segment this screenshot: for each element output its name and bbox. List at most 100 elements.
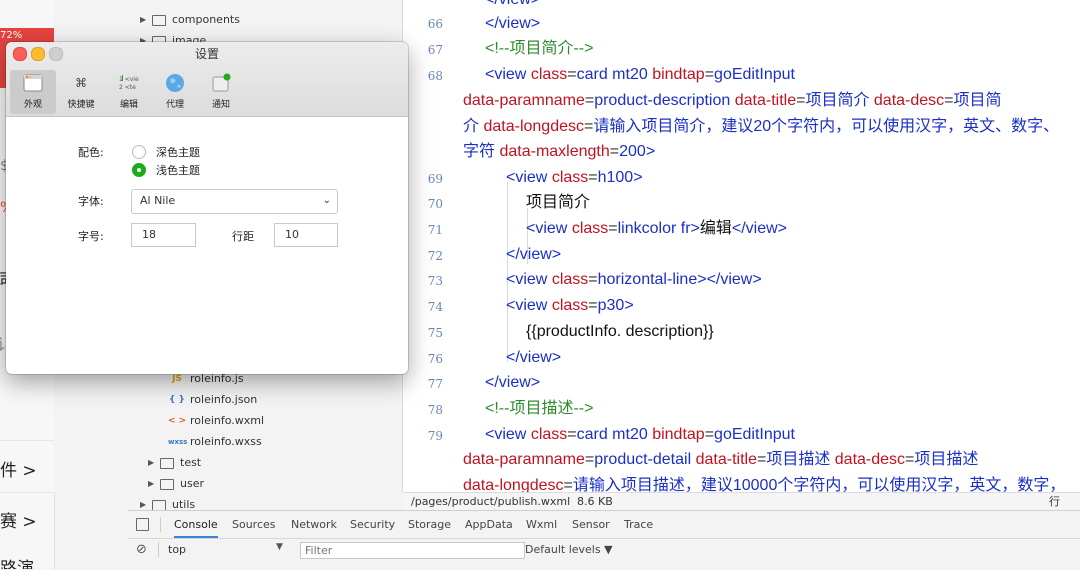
code-line: </view> (485, 0, 540, 12)
context-selector[interactable]: top (168, 543, 186, 556)
tab-shortcuts[interactable]: ⌘ 快捷键 (58, 70, 104, 114)
tree-file-roleinfo-wxml[interactable]: < > roleinfo.wxml (168, 411, 264, 431)
chevron-right-icon: ▶ (140, 15, 147, 24)
code-line: </view> (485, 15, 541, 32)
tab-network[interactable]: Network (291, 511, 337, 538)
simulator-list-item[interactable]: 件 > (0, 456, 37, 481)
line-height-input[interactable]: 10 (274, 223, 338, 247)
line-number: 74 (427, 300, 443, 314)
tab-sensor[interactable]: Sensor (572, 511, 610, 538)
tab-appearance[interactable]: 外观 (10, 70, 56, 114)
appearance-icon (22, 72, 44, 94)
json-file-icon: { } (169, 395, 185, 405)
code-line: <!--项目描述--> (485, 400, 594, 417)
code-line: </view> (506, 246, 562, 263)
line-number: 76 (427, 352, 443, 366)
line-height-label: 行距 (232, 230, 254, 243)
folder-icon (160, 457, 174, 469)
code-line: </view> (506, 349, 562, 366)
clear-console-icon[interactable]: ⊘ (136, 542, 147, 557)
font-select-value: Al Nile (140, 194, 176, 207)
line-number: 67 (427, 43, 443, 57)
code-line-wrap: 字符 data-maxlength=200> (463, 143, 656, 160)
notification-icon (210, 72, 232, 94)
tab-security[interactable]: Security (350, 511, 395, 538)
dark-theme-label[interactable]: 深色主题 (156, 144, 200, 160)
tab-label: 通知 (211, 100, 230, 110)
console-filter-input[interactable] (300, 542, 525, 559)
tab-notifications[interactable]: 通知 (198, 70, 244, 114)
tree-file-roleinfo-json[interactable]: { } roleinfo.json (168, 390, 257, 410)
file-size: 8.6 KB (577, 495, 613, 508)
line-number: 73 (427, 274, 443, 288)
tree-item-label: user (180, 477, 204, 490)
simulator-list-item[interactable]: 赛 > (0, 507, 37, 532)
line-number: 66 (427, 17, 443, 31)
tab-appdata[interactable]: AppData (465, 511, 513, 538)
chevron-right-icon: ▶ (148, 458, 155, 467)
svg-text:2 <te: 2 <te (119, 84, 136, 91)
svg-text:1 <vie: 1 <vie (119, 76, 139, 83)
chevron-down-icon: ⌄ (322, 195, 331, 206)
tree-folder-user[interactable]: ▶ user (148, 474, 204, 494)
folder-icon (160, 478, 174, 490)
tree-folder-test[interactable]: ▶ test (148, 453, 201, 473)
line-number: 75 (427, 326, 443, 340)
code-editor[interactable]: 66 67 68 69 70 71 72 73 74 75 76 77 78 7… (403, 0, 1080, 492)
tab-storage[interactable]: Storage (408, 511, 451, 538)
divider (0, 440, 54, 441)
tab-label: 快捷键 (67, 100, 95, 110)
tree-item-label: roleinfo.wxml (190, 414, 265, 427)
line-number: 77 (427, 377, 443, 391)
dialog-title: 设置 (194, 47, 219, 61)
tab-editor[interactable]: 1 <vie 2 <te 编辑 (106, 70, 152, 114)
line-number: 69 (427, 172, 443, 186)
tab-proxy[interactable]: 代理 (152, 70, 198, 114)
tab-label: 外观 (23, 100, 42, 110)
folder-icon (152, 14, 166, 26)
tree-folder-components[interactable]: ▶ components (140, 10, 240, 30)
code-line-wrap: data-paramname=product-description data-… (463, 92, 1002, 109)
font-size-label: 字号: (78, 230, 104, 243)
tab-console[interactable]: Console (174, 511, 218, 538)
tab-sources[interactable]: Sources (232, 511, 276, 538)
dark-theme-radio[interactable] (132, 145, 146, 159)
divider (160, 517, 161, 532)
color-scheme-label: 配色: (78, 146, 104, 159)
code-line: <view class=card mt20 bindtap=goEditInpu… (485, 426, 795, 443)
globe-icon (164, 72, 186, 94)
log-levels-dropdown[interactable]: Default levels ▼ (525, 543, 613, 556)
code-line: <view class=h100> (506, 169, 643, 186)
tab-wxml[interactable]: Wxml (526, 511, 557, 538)
code-line: 项目简介 (526, 194, 591, 211)
devtools-tab-bar: Console Sources Network Security Storage… (128, 511, 1080, 539)
simulator-list-item[interactable]: 路演 (0, 554, 34, 569)
light-theme-radio[interactable] (132, 163, 146, 177)
light-theme-label[interactable]: 浅色主题 (156, 162, 200, 178)
font-select[interactable]: Al Nile ⌄ (131, 189, 338, 214)
dropdown-arrow-icon[interactable]: ▼ (276, 542, 283, 552)
tab-trace[interactable]: Trace (624, 511, 653, 538)
wxss-file-icon: wxss (168, 438, 188, 446)
tree-item-label: roleinfo.json (190, 393, 258, 406)
code-line-wrap: data-paramname=product-detail data-title… (463, 451, 979, 468)
font-size-input[interactable]: 18 (131, 223, 196, 247)
inspect-element-icon[interactable] (136, 518, 149, 531)
line-number: 72 (427, 249, 443, 263)
line-number: 68 (427, 69, 443, 83)
code-line: {{productInfo. description}} (526, 323, 714, 340)
code-line: <view class=p30> (506, 297, 634, 314)
folder-icon (152, 499, 166, 511)
code-line: <view class=linkcolor fr>编辑</view> (526, 220, 788, 237)
code-line-wrap: data-longdesc=请输入项目描述，建议10000个字符内，可以使用汉字… (463, 477, 1066, 492)
editor-status-bar: /pages/product/publish.wxml 8.6 KB 行 13, (403, 492, 1080, 526)
code-edit-icon: 1 <vie 2 <te (118, 72, 140, 94)
devtools-panel: Console Sources Network Security Storage… (128, 510, 1080, 570)
console-toolbar: ⊘ top ▼ Default levels ▼ (128, 539, 1080, 563)
tree-file-roleinfo-wxss[interactable]: wxss roleinfo.wxss (168, 432, 262, 452)
tree-item-label: test (180, 456, 202, 469)
settings-toolbar: 设置 外观 ⌘ 快捷键 1 <vie 2 <te 编辑 代理 通知 (6, 42, 408, 117)
line-number: 79 (427, 429, 443, 443)
code-line: </view> (485, 374, 541, 391)
divider (0, 492, 54, 493)
